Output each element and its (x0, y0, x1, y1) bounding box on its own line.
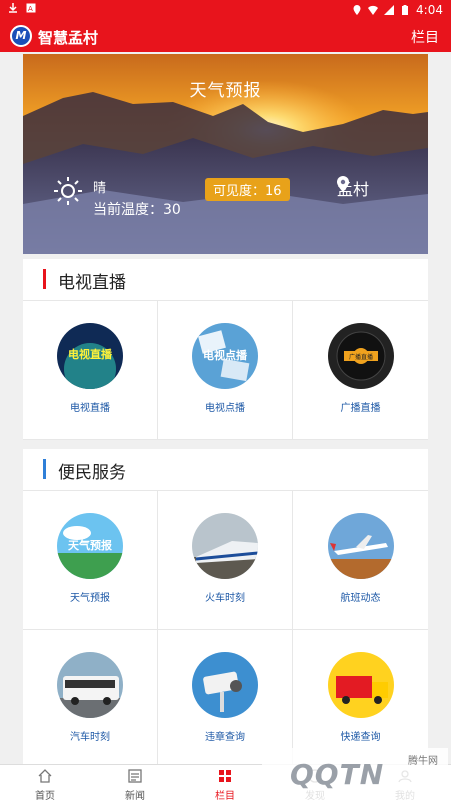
tv-live-art-text: 电视直播 (68, 347, 113, 361)
weather-banner[interactable]: 天气预报 晴 当前温度：30 可见度：16 孟村 (23, 54, 428, 254)
services-section: 便民服务 天气预报 天气预报 火车时刻 航班动态 汽车时刻 违章查询 快递查询 (23, 449, 428, 769)
weather-forecast-tile[interactable]: 天气预报 天气预报 (23, 491, 158, 630)
watermark-text: 腾牛网 (408, 756, 438, 767)
tile-label: 电视点播 (205, 403, 245, 414)
services-section-header: 便民服务 (23, 449, 428, 491)
location-status-icon (353, 5, 361, 15)
tile-label: 火车时刻 (205, 593, 245, 604)
watermark-site: QQTN (290, 758, 385, 791)
wifi-icon (368, 5, 379, 15)
train-thumbnail (192, 513, 258, 579)
radio-live-tile[interactable]: 广播直播 广播直播 (293, 301, 428, 440)
clock: 4:04 (416, 3, 443, 17)
section-accent-bar (43, 459, 46, 479)
current-temperature: 当前温度：30 (93, 202, 181, 218)
home-icon (38, 769, 52, 783)
section-title: 电视直播 (58, 273, 126, 293)
battery-icon (402, 5, 409, 15)
watermark: QQTN 腾牛网 (262, 748, 448, 800)
columns-grid-icon (219, 770, 231, 782)
tv-live-thumbnail: 电视直播 (57, 323, 123, 389)
bus-schedule-tile[interactable]: 汽车时刻 (23, 630, 158, 769)
tv-vod-tile[interactable]: 电视点播 电视点播 (158, 301, 293, 440)
download-icon (9, 3, 17, 13)
tile-label: 广播直播 (340, 403, 381, 414)
radio-live-thumbnail: 广播直播 (327, 323, 394, 389)
tab-label: 栏目 (215, 791, 235, 802)
news-icon (128, 769, 142, 783)
tile-label: 电视直播 (70, 403, 110, 414)
tile-label: 天气预报 (70, 593, 110, 604)
section-accent-bar (43, 269, 46, 289)
bus-thumbnail (57, 652, 123, 718)
sun-icon (54, 177, 82, 205)
weather-condition: 晴 (93, 181, 107, 196)
tab-label: 新闻 (125, 791, 145, 802)
tile-label: 违章查询 (205, 732, 245, 743)
tv-grid: 电视直播 电视直播 电视点播 电视点播 广播直播 广播直播 (23, 301, 428, 440)
app-logo: M (10, 25, 32, 47)
plane-thumbnail (327, 513, 394, 579)
weather-forecast-thumbnail: 天气预报 (57, 513, 123, 579)
weather-forecast-art-text: 天气预报 (68, 538, 113, 552)
section-title: 便民服务 (58, 463, 126, 483)
app-title: 智慧孟村 (38, 29, 99, 47)
tab-news[interactable]: 新闻 (90, 765, 180, 802)
tab-columns[interactable]: 栏目 (180, 765, 270, 802)
location-pin-icon (337, 176, 349, 192)
signal-icon (384, 5, 395, 15)
columns-menu-button[interactable]: 栏目 (411, 27, 439, 47)
tv-live-tile[interactable]: 电视直播 电视直播 (23, 301, 158, 440)
train-schedule-tile[interactable]: 火车时刻 (158, 491, 293, 630)
tv-section-header: 电视直播 (23, 259, 428, 301)
tab-home[interactable]: 首页 (0, 765, 90, 802)
tile-label: 航班动态 (340, 593, 381, 604)
visibility-badge: 可见度：16 (205, 178, 290, 201)
svg-text:A: A (28, 5, 33, 13)
notification-icon: A (26, 3, 36, 13)
flight-status-tile[interactable]: 航班动态 (293, 491, 428, 630)
tab-label: 首页 (35, 791, 55, 802)
services-grid: 天气预报 天气预报 火车时刻 航班动态 汽车时刻 违章查询 快递查询 (23, 491, 428, 769)
traffic-camera-thumbnail (192, 652, 258, 718)
tv-vod-thumbnail: 电视点播 (192, 323, 258, 389)
tv-vod-art-text: 电视点播 (203, 348, 248, 362)
banner-title: 天气预报 (189, 81, 262, 101)
status-bar: A 4:04 (0, 0, 451, 20)
tv-section: 电视直播 电视直播 电视直播 电视点播 电视点播 广播直播 广播直播 (23, 259, 428, 440)
radio-live-art-text: 广播直播 (348, 353, 372, 361)
delivery-truck-thumbnail (327, 652, 394, 718)
app-bar: M 智慧孟村 栏目 (0, 20, 451, 52)
tile-label: 汽车时刻 (70, 732, 110, 743)
location-label: 孟村 (337, 176, 369, 200)
tile-label: 快递查询 (340, 732, 381, 743)
